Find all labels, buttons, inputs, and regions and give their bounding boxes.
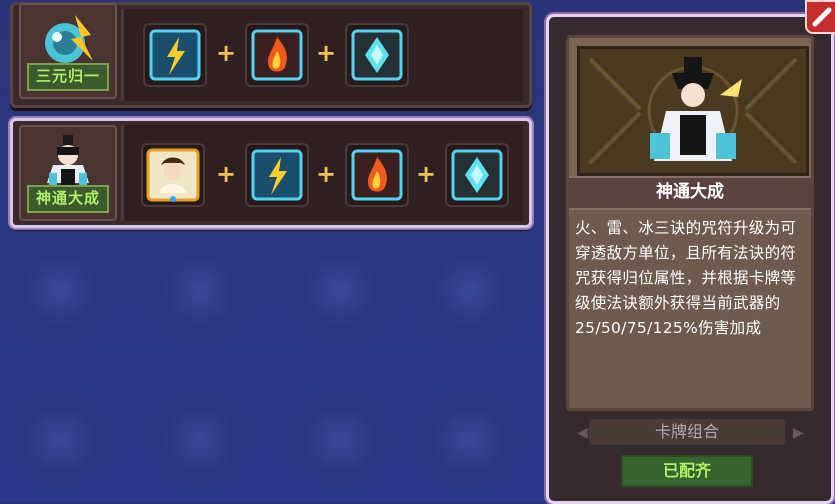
- plus-icon: +: [416, 160, 437, 188]
- ice-lightning-emblem-icon: [45, 15, 93, 63]
- combo-row-1[interactable]: 三元归一 + +: [10, 2, 532, 108]
- card-slot[interactable]: [245, 143, 309, 207]
- detail-title: 神通大成: [569, 176, 811, 210]
- plus-icon: +: [216, 39, 237, 67]
- close-button[interactable]: [805, 0, 835, 34]
- plus-icon: +: [316, 160, 337, 188]
- lightning-talisman-icon: [251, 149, 303, 201]
- card-slot[interactable]: [143, 23, 207, 87]
- detail-card-frame: 神通大成 火、雷、冰三诀的咒符升级为可穿透敌方单位，且所有法诀的符咒获得归位属性…: [566, 35, 814, 411]
- fire-talisman-icon: [351, 149, 403, 201]
- arrow-right-icon: ▶: [793, 425, 804, 441]
- lightning-talisman-icon: [149, 29, 201, 81]
- combo-detail-panel: 神通大成 火、雷、冰三诀的咒符升级为可穿透敌方单位，且所有法诀的符咒获得归位属性…: [546, 14, 834, 504]
- card-slot[interactable]: [141, 143, 205, 207]
- ice-talisman-icon: [351, 29, 403, 81]
- spirit-girl-card-icon: [146, 148, 200, 202]
- status-complete-badge: 已配齐: [621, 455, 753, 487]
- combo-portrait[interactable]: 三元归一: [19, 3, 117, 99]
- combo-row-2[interactable]: 神通大成 + + +: [10, 118, 532, 228]
- combo-name: 三元归一: [27, 63, 109, 91]
- detail-art: [577, 46, 809, 176]
- card-slot[interactable]: [245, 23, 309, 87]
- card-slot[interactable]: [345, 143, 409, 207]
- immortal-sage-icon: [47, 135, 89, 185]
- card-combo-label: 卡牌组合: [589, 419, 785, 445]
- fire-talisman-icon: [251, 29, 303, 81]
- plus-icon: +: [216, 160, 237, 188]
- arrow-left-icon: ◀: [577, 425, 588, 441]
- combo-portrait[interactable]: 神通大成: [19, 125, 117, 221]
- ice-talisman-icon: [451, 149, 503, 201]
- immortal-sage-portrait-icon: [588, 57, 798, 165]
- card-slot[interactable]: [345, 23, 409, 87]
- combo-name: 神通大成: [27, 185, 109, 213]
- card-slot[interactable]: [445, 143, 509, 207]
- close-icon: [812, 7, 832, 27]
- plus-icon: +: [316, 39, 337, 67]
- detail-description: 火、雷、冰三诀的咒符升级为可穿透敌方单位，且所有法诀的符咒获得归位属性，并根据卡…: [569, 210, 811, 408]
